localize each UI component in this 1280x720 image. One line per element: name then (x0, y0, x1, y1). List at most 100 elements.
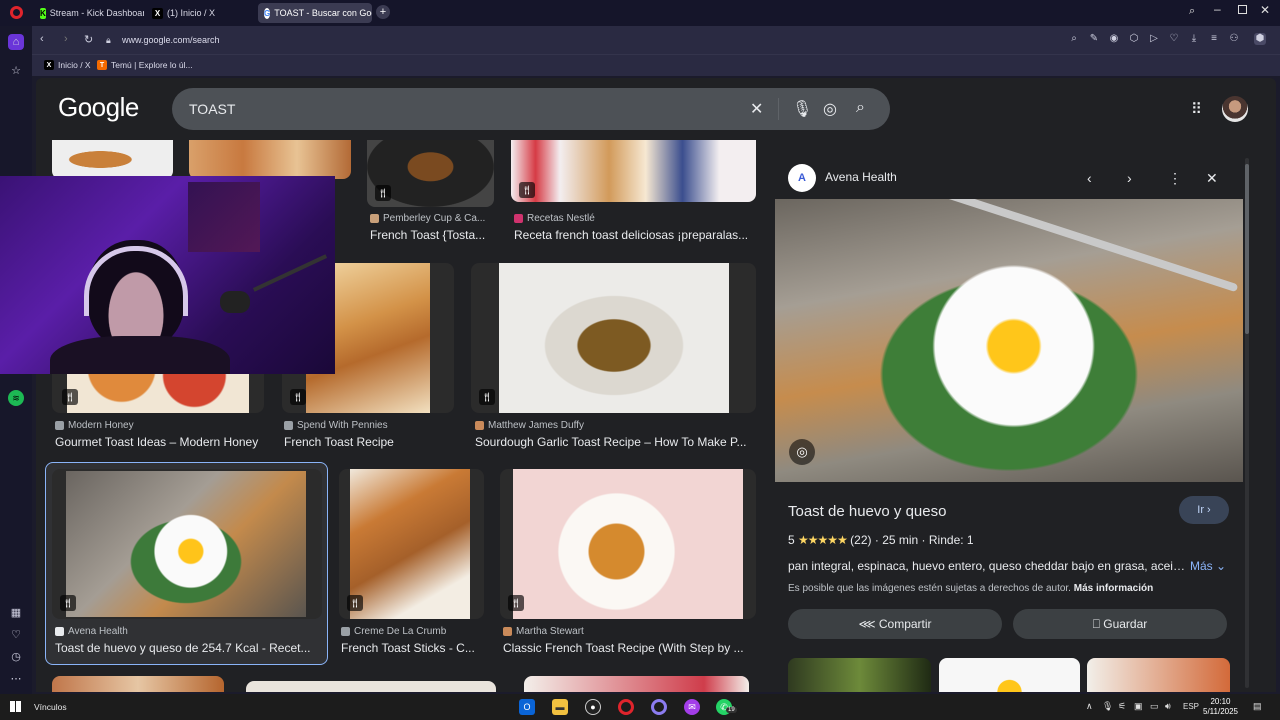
show-hidden-icons[interactable]: ∧ (1086, 701, 1093, 712)
lang-indicator[interactable]: ESP (1183, 702, 1199, 711)
panel-title[interactable]: Toast de huevo y queso (788, 503, 946, 520)
vpn-icon[interactable]: ⬡ (1128, 33, 1140, 45)
prev-icon[interactable]: ‹ (1087, 170, 1092, 186)
reload-icon[interactable]: ↻ (84, 33, 93, 46)
apps-grid-icon[interactable]: ▦ (8, 604, 24, 620)
outlook-icon[interactable]: O (519, 699, 535, 715)
avatar[interactable] (1222, 96, 1248, 122)
maximize-icon[interactable] (1238, 5, 1247, 14)
spotify-icon[interactable]: ≋ (8, 390, 24, 406)
result-title[interactable]: French Toast Sticks - C... (341, 641, 486, 655)
tab-google[interactable]: G TOAST - Buscar con Goog (258, 3, 372, 23)
microphone-icon[interactable]: 🎙︎ (1102, 701, 1113, 712)
search-input[interactable]: TOAST (189, 101, 235, 117)
result-title[interactable]: French Toast {Tosta... (370, 228, 494, 242)
new-tab-icon[interactable]: + (376, 5, 390, 19)
result-image[interactable] (52, 140, 173, 179)
play-icon[interactable]: ▷ (1148, 33, 1160, 45)
google-logo[interactable]: Google (58, 92, 139, 123)
panel-scroll-thumb[interactable] (1245, 164, 1249, 334)
clear-icon[interactable]: ✕ (750, 99, 763, 119)
result-source[interactable]: Creme De La Crumb (341, 626, 446, 637)
tab-x[interactable]: X (1) Inicio / X (146, 3, 254, 23)
more-info-link[interactable]: Más información (1074, 583, 1153, 594)
related-image[interactable] (788, 658, 931, 692)
more-link[interactable]: Más ⌄ (1190, 559, 1226, 573)
result-image[interactable] (246, 681, 496, 692)
result-image[interactable]: 🍴︎ (500, 469, 756, 619)
result-source[interactable]: Matthew James Duffy (475, 420, 584, 431)
result-source[interactable]: Avena Health (55, 626, 128, 637)
result-source[interactable]: Recetas Nestlé (514, 213, 595, 224)
file-explorer-icon[interactable]: ▬ (552, 699, 568, 715)
search-box[interactable]: TOAST ✕ 🎙︎ ◎ ⌕ (172, 88, 890, 130)
share-button[interactable]: ⋘ Compartir (788, 609, 1002, 639)
windows-start-icon[interactable] (10, 701, 21, 712)
menu-icon[interactable]: ≡ (1208, 33, 1220, 45)
history-icon[interactable]: ◷ (8, 648, 24, 664)
extension-icon[interactable]: ⬢ (1254, 33, 1266, 45)
tab-kick[interactable]: K Stream - Kick Dashboard (34, 3, 144, 23)
forward-icon[interactable]: › (64, 33, 68, 45)
bookmark-temu[interactable]: T Temú | Explore lo úl... (97, 60, 193, 70)
related-image[interactable] (1087, 658, 1230, 692)
search-tabs-icon[interactable]: ⌕ (1189, 5, 1195, 18)
zoom-icon[interactable]: ⌕ (1068, 33, 1080, 45)
result-title[interactable]: Receta french toast deliciosas ¡preparal… (514, 228, 754, 242)
back-icon[interactable]: ‹ (40, 33, 44, 45)
result-image[interactable]: 🍴︎ (367, 140, 494, 207)
network-icon[interactable]: ⚟ (1118, 701, 1126, 712)
taskbar-links-label[interactable]: Vínculos (34, 702, 67, 712)
result-source[interactable]: Spend With Pennies (284, 420, 388, 431)
app-tray-icon[interactable]: ▣ (1134, 701, 1143, 712)
taskbar-clock[interactable]: 20:10 5/11/2025 (1203, 697, 1238, 717)
lens-search-icon[interactable]: ◎ (789, 439, 815, 465)
result-source[interactable]: Modern Honey (55, 420, 134, 431)
result-source[interactable]: Pemberley Cup & Ca... (370, 213, 485, 224)
url-field[interactable]: www.google.com/search (122, 35, 220, 45)
minimize-icon[interactable]: – (1214, 2, 1221, 16)
opera-gx-icon[interactable] (651, 699, 667, 715)
result-title[interactable]: French Toast Recipe (284, 435, 456, 449)
lens-icon[interactable]: ◎ (823, 99, 837, 119)
result-title[interactable]: Toast de huevo y queso de 254.7 Kcal - R… (55, 641, 320, 655)
apps-grid-icon[interactable]: ⠿ (1191, 100, 1202, 118)
result-image[interactable] (524, 676, 749, 692)
result-title[interactable]: Gourmet Toast Ideas – Modern Honey (55, 435, 267, 449)
opera-logo-icon[interactable] (10, 6, 23, 19)
more-vert-icon[interactable]: ⋮ (1168, 170, 1182, 187)
panel-main-image[interactable]: ◎ (775, 199, 1243, 482)
home-icon[interactable]: ⌂ (8, 34, 24, 50)
volume-icon[interactable]: 🔊︎ (1165, 701, 1171, 712)
obs-icon[interactable]: ● (585, 699, 601, 715)
related-image[interactable] (939, 658, 1080, 692)
go-button[interactable]: Ir › (1179, 496, 1229, 524)
display-icon[interactable]: ▭ (1150, 701, 1159, 712)
result-image[interactable] (189, 140, 351, 179)
result-source[interactable]: Martha Stewart (503, 626, 584, 637)
close-icon[interactable]: ✕ (1206, 170, 1218, 187)
next-icon[interactable]: › (1127, 170, 1132, 186)
result-image[interactable]: 🍴︎ (52, 469, 322, 619)
download-icon[interactable]: ⤓ (1188, 33, 1200, 45)
result-image[interactable]: 🍴︎ (339, 469, 484, 619)
star-icon[interactable]: ☆ (8, 62, 24, 78)
bookmark-x[interactable]: X Inicio / X (44, 60, 91, 70)
microphone-icon[interactable]: 🎙︎ (792, 99, 812, 119)
messenger-icon[interactable]: ✉ (684, 699, 700, 715)
result-title[interactable]: Classic French Toast Recipe (With Step b… (503, 641, 753, 655)
panel-source-name[interactable]: Avena Health (825, 170, 897, 184)
account-icon[interactable]: ⚇ (1228, 33, 1240, 45)
more-icon[interactable]: ⋯ (8, 670, 24, 686)
opera-icon[interactable] (618, 699, 634, 715)
result-title[interactable]: Sourdough Garlic Toast Recipe – How To M… (475, 435, 755, 449)
close-icon[interactable]: ✕ (1260, 3, 1270, 17)
heart-icon[interactable]: ♡ (8, 626, 24, 642)
save-button[interactable]: ⎕ Guardar (1013, 609, 1227, 639)
result-image[interactable]: 🍴︎ (511, 140, 756, 202)
edit-icon[interactable]: ✎ (1088, 33, 1100, 45)
search-icon[interactable]: ⌕ (856, 99, 865, 117)
result-image[interactable] (52, 676, 224, 692)
result-image[interactable]: 🍴︎ (471, 263, 756, 413)
heart-icon[interactable]: ♡ (1168, 33, 1180, 45)
